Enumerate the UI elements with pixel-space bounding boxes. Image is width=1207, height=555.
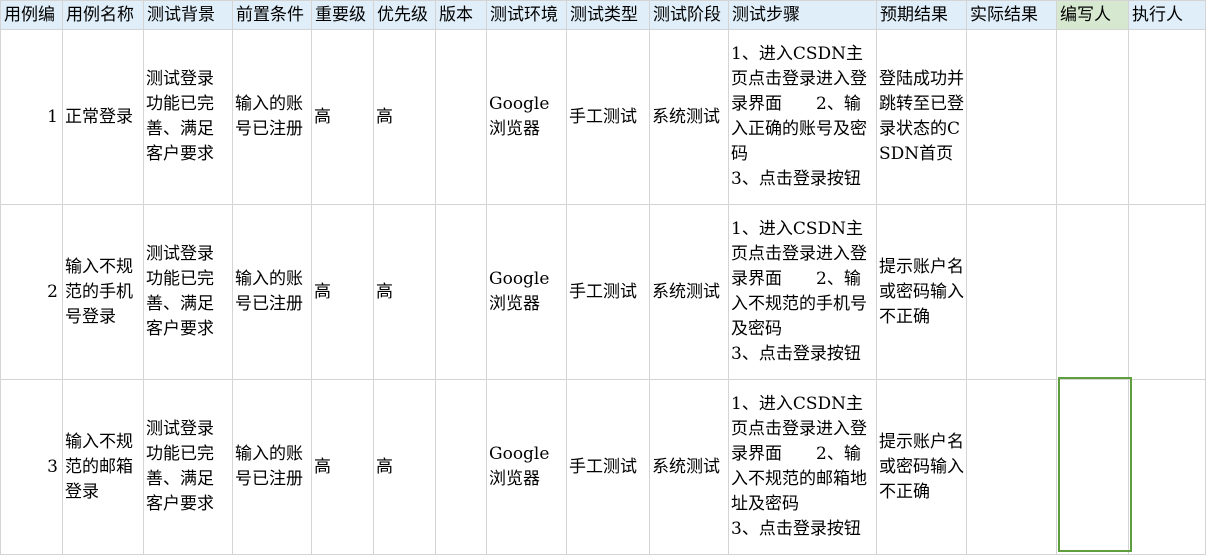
cell-env[interactable]: Google浏览器 (486, 204, 567, 380)
cell-id[interactable]: 2 (0, 204, 63, 380)
header-cell-name[interactable]: 用例名称 (62, 0, 144, 30)
header-cell-actual[interactable]: 实际结果 (966, 0, 1057, 30)
cell-expected[interactable]: 提示账户名或密码输入不正确 (876, 379, 967, 555)
header-cell-author[interactable]: 编写人 (1056, 0, 1129, 30)
cell-expected[interactable]: 提示账户名或密码输入不正确 (876, 204, 967, 380)
cell-background[interactable]: 测试登录功能已完善、满足客户要求 (143, 379, 233, 555)
cell-precondition[interactable]: 输入的账号已注册 (232, 29, 312, 205)
cell-expected[interactable]: 登陆成功并跳转至已登录状态的CSDN首页 (876, 29, 967, 205)
header-cell-precondition[interactable]: 前置条件 (232, 0, 312, 30)
cell-id[interactable]: 3 (0, 379, 63, 555)
cell-name[interactable]: 正常登录 (62, 29, 144, 205)
cell-env[interactable]: Google浏览器 (486, 29, 567, 205)
header-cell-executor[interactable]: 执行人 (1128, 0, 1206, 30)
header-cell-background[interactable]: 测试背景 (143, 0, 233, 30)
header-row: 用例编 用例名称 测试背景 前置条件 重要级 优先级 版本 测试环境 测试类型 … (0, 0, 1206, 30)
cell-env[interactable]: Google浏览器 (486, 379, 567, 555)
cell-version[interactable] (435, 29, 487, 205)
cell-steps[interactable]: 1、进入CSDN主页点击登录进入登录界面 2、输入不规范的邮箱地址及密码 3、点… (728, 379, 877, 555)
cell-background[interactable]: 测试登录功能已完善、满足客户要求 (143, 204, 233, 380)
cell-executor[interactable] (1128, 379, 1206, 555)
cell-executor[interactable] (1128, 204, 1206, 380)
cell-importance[interactable]: 高 (311, 204, 374, 380)
header-cell-expected[interactable]: 预期结果 (876, 0, 967, 30)
header-cell-id[interactable]: 用例编 (0, 0, 63, 30)
cell-precondition[interactable]: 输入的账号已注册 (232, 379, 312, 555)
cell-priority[interactable]: 高 (373, 204, 436, 380)
header-cell-steps[interactable]: 测试步骤 (728, 0, 877, 30)
table-row: 1 正常登录 测试登录功能已完善、满足客户要求 输入的账号已注册 高 高 Goo… (0, 29, 1206, 205)
cell-background[interactable]: 测试登录功能已完善、满足客户要求 (143, 29, 233, 205)
cell-stage[interactable]: 系统测试 (649, 204, 729, 380)
active-cell-selection[interactable] (1058, 377, 1132, 552)
cell-name[interactable]: 输入不规范的手机号登录 (62, 204, 144, 380)
cell-type[interactable]: 手工测试 (566, 204, 650, 380)
header-cell-env[interactable]: 测试环境 (486, 0, 567, 30)
cell-author[interactable] (1056, 204, 1129, 380)
cell-importance[interactable]: 高 (311, 379, 374, 555)
cell-steps[interactable]: 1、进入CSDN主页点击登录进入登录界面 2、输入正确的账号及密码 3、点击登录… (728, 29, 877, 205)
header-cell-priority[interactable]: 优先级 (373, 0, 436, 30)
header-cell-type[interactable]: 测试类型 (566, 0, 650, 30)
cell-stage[interactable]: 系统测试 (649, 29, 729, 205)
header-cell-version[interactable]: 版本 (435, 0, 487, 30)
cell-id[interactable]: 1 (0, 29, 63, 205)
cell-type[interactable]: 手工测试 (566, 379, 650, 555)
cell-version[interactable] (435, 204, 487, 380)
cell-executor[interactable] (1128, 29, 1206, 205)
cell-actual[interactable] (966, 379, 1057, 555)
cell-precondition[interactable]: 输入的账号已注册 (232, 204, 312, 380)
cell-stage[interactable]: 系统测试 (649, 379, 729, 555)
cell-type[interactable]: 手工测试 (566, 29, 650, 205)
table-row: 3 输入不规范的邮箱登录 测试登录功能已完善、满足客户要求 输入的账号已注册 高… (0, 379, 1206, 555)
cell-actual[interactable] (966, 204, 1057, 380)
cell-importance[interactable]: 高 (311, 29, 374, 205)
spreadsheet-grid: 用例编 用例名称 测试背景 前置条件 重要级 优先级 版本 测试环境 测试类型 … (0, 0, 1206, 555)
header-cell-importance[interactable]: 重要级 (311, 0, 374, 30)
cell-actual[interactable] (966, 29, 1057, 205)
table-row: 2 输入不规范的手机号登录 测试登录功能已完善、满足客户要求 输入的账号已注册 … (0, 204, 1206, 380)
cell-author[interactable] (1056, 29, 1129, 205)
header-cell-stage[interactable]: 测试阶段 (649, 0, 729, 30)
cell-name[interactable]: 输入不规范的邮箱登录 (62, 379, 144, 555)
cell-version[interactable] (435, 379, 487, 555)
cell-priority[interactable]: 高 (373, 29, 436, 205)
cell-priority[interactable]: 高 (373, 379, 436, 555)
cell-steps[interactable]: 1、进入CSDN主页点击登录进入登录界面 2、输入不规范的手机号及密码 3、点击… (728, 204, 877, 380)
